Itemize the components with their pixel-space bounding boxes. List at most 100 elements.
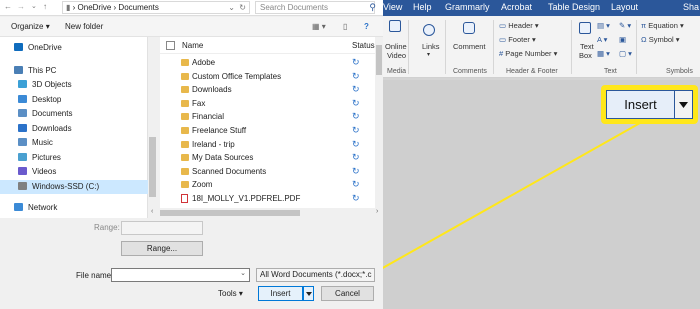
download-icon [18,124,27,132]
file-name: Scanned Documents [192,166,267,176]
file-name: My Data Sources [192,153,254,163]
preview-pane-icon[interactable]: ▯ [343,22,347,31]
nav-scrollbar[interactable] [148,37,157,218]
file-name: Downloads [192,85,232,95]
sync-status-icon: ↻ [352,125,360,135]
cube-icon [18,80,27,88]
insert-button[interactable]: Insert [258,286,303,301]
file-row[interactable]: Fax ↻ [160,97,375,110]
search-input[interactable]: Search Documents ⚲ [255,1,376,14]
chevron-down-icon [305,292,312,296]
file-name-input[interactable]: ⌄ [111,268,250,282]
folder-icon [181,140,189,148]
help-icon[interactable]: ? [364,22,369,31]
breadcrumb-onedrive[interactable]: OneDrive [78,3,112,12]
sidebar-item-music[interactable]: Music [18,136,53,150]
folder-icon [181,72,189,80]
file-row[interactable]: Scanned Documents ↻ [160,165,375,178]
cancel-button[interactable]: Cancel [321,286,374,301]
range-button[interactable]: Range... [121,241,203,256]
file-scrollbar[interactable] [375,37,383,218]
folder-icon [181,181,189,189]
file-name-dropdown-icon[interactable]: ⌄ [240,269,246,277]
file-name: Zoom [192,180,213,190]
file-name: Financial [192,112,225,122]
view-options-icon[interactable]: ▦ ▾ [312,22,326,31]
file-row[interactable]: Financial ↻ [160,110,375,123]
search-icon[interactable]: ⚲ [369,1,376,13]
sidebar-item-label: Desktop [32,95,62,104]
scroll-right-icon[interactable]: › [376,208,378,215]
file-row[interactable]: Downloads ↻ [160,83,375,96]
dialog-footer: Range: Range... File name: ⌄ All Word Do… [0,218,383,309]
refresh-icon[interactable]: ↻ [239,2,246,14]
music-icon [18,138,27,146]
sync-status-icon: ↻ [352,57,360,67]
hscroll-thumb[interactable] [160,210,300,216]
file-type-value: All Word Documents (*.docx;*.c [260,270,372,279]
file-name: Custom Office Templates [192,71,282,81]
sidebar-item-videos[interactable]: Videos [18,165,56,179]
range-field [121,221,203,235]
new-folder-button[interactable]: New folder [65,22,103,31]
back-icon[interactable]: ← [4,2,12,11]
recent-chevron-icon[interactable]: ⌄ [31,2,37,10]
select-all-checkbox[interactable] [166,41,175,50]
cloud-icon [14,43,23,51]
file-name: Ireland - trip [192,139,235,149]
navigation-pane: OneDrive This PC 3D Objects Desktop Document… [0,37,148,218]
file-row[interactable]: 18I_MOLLY_V1.PDFREL.PDF ↻ [160,192,375,205]
address-path[interactable]: ▮ › OneDrive › Documents ⌄ ↻ [62,1,250,14]
sidebar-item-label: 3D Objects [32,80,72,89]
sync-status-icon: ↻ [352,193,360,203]
insert-dropdown[interactable] [303,286,314,301]
file-row[interactable]: Adobe ↻ [160,56,375,69]
computer-icon [14,66,23,74]
sidebar-item-onedrive[interactable]: OneDrive [14,41,62,55]
sidebar-item-network[interactable]: Network [14,201,57,215]
sidebar-item-windows-ssd-c[interactable]: Windows-SSD (C:) [18,180,99,194]
path-dropdown-icon[interactable]: ⌄ [228,2,235,14]
sidebar-item-label: Downloads [32,124,72,133]
file-row[interactable]: Custom Office Templates ↻ [160,70,375,83]
sidebar-item-this-pc[interactable]: This PC [14,64,56,78]
sync-status-icon: ↻ [352,165,360,176]
folder-icon [181,127,189,134]
sidebar-item-downloads[interactable]: Downloads [18,122,72,136]
file-row[interactable]: Ireland - trip ↻ [160,138,375,151]
organize-button[interactable]: Organize ▾ [11,22,50,31]
column-status[interactable]: Status [352,41,375,50]
up-icon[interactable]: ↑ [43,2,47,11]
folder-icon [181,59,189,66]
file-list: Name Status Adobe ↻ Custom Office Template… [160,37,375,218]
document-icon [18,109,27,117]
file-scroll-thumb[interactable] [376,45,382,75]
scroll-left-icon[interactable]: ‹ [151,208,153,215]
sync-status-icon: ↻ [352,84,360,95]
sidebar-item-desktop[interactable]: Desktop [18,93,61,107]
sidebar-item-pictures[interactable]: Pictures [18,151,61,165]
column-name[interactable]: Name [182,41,203,50]
nav-scroll-thumb[interactable] [149,137,156,197]
folder-icon: ▮ [66,3,71,12]
file-type-select[interactable]: All Word Documents (*.docx;*.c [256,268,375,282]
desktop-icon [18,95,27,103]
file-row[interactable]: My Data Sources ↻ [160,151,375,164]
breadcrumb-documents[interactable]: Documents [118,3,158,12]
sidebar-item-3d-objects[interactable]: 3D Objects [18,78,72,92]
file-row[interactable]: Freelance Stuff ↻ [160,124,375,137]
file-name: 18I_MOLLY_V1.PDFREL.PDF [192,194,301,203]
tools-button[interactable]: Tools ▾ [218,289,243,298]
sync-status-icon: ↻ [352,179,360,190]
file-name: Adobe [192,58,216,67]
horizontal-scrollbar[interactable]: ‹ › [148,208,383,218]
sidebar-item-label: This PC [28,66,57,75]
network-icon [14,203,23,211]
sidebar-item-label: Videos [32,167,57,176]
sync-status-icon: ↻ [352,138,360,149]
forward-icon[interactable]: → [17,2,25,11]
file-row[interactable]: Zoom ↻ [160,178,375,191]
sync-status-icon: ↻ [352,111,360,122]
sidebar-item-documents[interactable]: Documents [18,107,72,121]
sidebar-item-label: Documents [32,109,73,118]
